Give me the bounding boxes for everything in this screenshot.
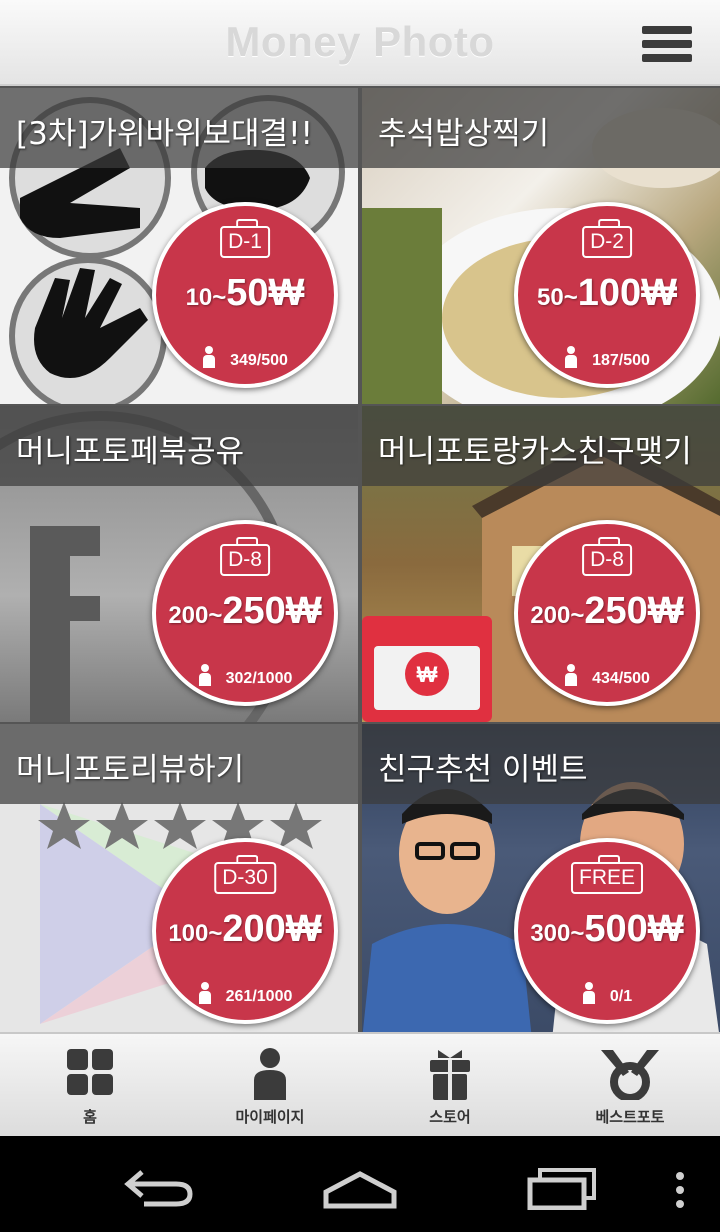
participant-count: 434/500 bbox=[518, 664, 696, 688]
reward-range: 200~250₩ bbox=[530, 590, 684, 632]
campaign-card[interactable]: 머니포토페북공유 D-8 200~250₩ 302/1000 bbox=[0, 406, 358, 722]
campaign-grid: [3차]가위바위보대결!! D-1 10~50₩ 349/500 추석밥상찍기 … bbox=[0, 86, 720, 1040]
nav-label: 홈 bbox=[83, 1108, 97, 1126]
campaign-card[interactable]: [3차]가위바위보대결!! D-1 10~50₩ 349/500 bbox=[0, 88, 358, 404]
camera-dday-label: D-8 bbox=[582, 537, 632, 576]
person-icon bbox=[198, 982, 212, 1004]
reward-range: 100~200₩ bbox=[168, 908, 322, 950]
campaign-card[interactable]: 추석밥상찍기 D-2 50~100₩ 187/500 bbox=[362, 88, 720, 404]
reward-range: 10~50₩ bbox=[185, 272, 305, 314]
reward-range: 50~100₩ bbox=[537, 272, 677, 314]
reward-badge: D-8 200~250₩ 302/1000 bbox=[152, 520, 338, 706]
camera-dday-label: D-8 bbox=[220, 537, 270, 576]
participant-count: 261/1000 bbox=[156, 982, 334, 1006]
overflow-icon[interactable] bbox=[674, 1170, 686, 1210]
hamburger-menu-icon[interactable] bbox=[642, 24, 692, 64]
card-title: [3차]가위바위보대결!! bbox=[16, 116, 313, 152]
nav-home[interactable]: 홈 bbox=[0, 1034, 180, 1138]
participant-count: 302/1000 bbox=[156, 664, 334, 688]
person-icon bbox=[198, 664, 212, 686]
participant-count: 0/1 bbox=[518, 982, 696, 1006]
nav-label: 스토어 bbox=[429, 1108, 471, 1126]
back-icon[interactable] bbox=[124, 1168, 196, 1208]
recent-apps-icon[interactable] bbox=[526, 1166, 598, 1210]
campaign-card[interactable]: 친구추천 이벤트 FREE 300~500₩ 0/1 bbox=[362, 724, 720, 1040]
card-title: 머니포토페북공유 bbox=[16, 434, 245, 470]
bottom-navigation: 홈 마이페이지 스토어 베스트포토 bbox=[0, 1032, 720, 1136]
nav-bestphoto[interactable]: 베스트포토 bbox=[540, 1034, 720, 1138]
camera-dday-label: D-2 bbox=[582, 219, 632, 258]
app-title: Money Photo bbox=[225, 18, 495, 65]
participant-count: 349/500 bbox=[156, 346, 334, 370]
system-navigation-bar bbox=[0, 1136, 720, 1232]
nav-store[interactable]: 스토어 bbox=[360, 1034, 540, 1138]
card-title: 머니포토리뷰하기 bbox=[16, 752, 245, 788]
reward-badge: D-2 50~100₩ 187/500 bbox=[514, 202, 700, 388]
campaign-card[interactable]: ₩ 머니포토랑카스친구맺기 D-8 200~250₩ 434/500 bbox=[362, 406, 720, 722]
camera-dday-label: FREE bbox=[570, 855, 644, 894]
app-header: Money Photo bbox=[0, 0, 720, 86]
svg-text:₩: ₩ bbox=[417, 662, 438, 687]
reward-range: 300~500₩ bbox=[530, 908, 684, 950]
home-icon[interactable] bbox=[322, 1170, 398, 1210]
camera-dday-label: D-1 bbox=[220, 219, 270, 258]
campaign-card[interactable]: 머니포토리뷰하기 D-30 100~200₩ 261/1000 bbox=[0, 724, 358, 1040]
person-icon bbox=[564, 664, 578, 686]
reward-badge: FREE 300~500₩ 0/1 bbox=[514, 838, 700, 1024]
medal-icon bbox=[601, 1050, 659, 1100]
person-icon bbox=[564, 346, 578, 368]
nav-label: 베스트포토 bbox=[595, 1108, 665, 1126]
person-icon bbox=[254, 1048, 286, 1100]
card-title: 머니포토랑카스친구맺기 bbox=[378, 434, 692, 470]
person-icon bbox=[202, 346, 216, 368]
nav-mypage[interactable]: 마이페이지 bbox=[180, 1034, 360, 1138]
nav-label: 마이페이지 bbox=[235, 1108, 305, 1126]
reward-range: 200~250₩ bbox=[168, 590, 322, 632]
gift-icon bbox=[430, 1050, 470, 1100]
participant-count: 187/500 bbox=[518, 346, 696, 370]
camera-dday-label: D-30 bbox=[214, 855, 276, 894]
reward-badge: D-1 10~50₩ 349/500 bbox=[152, 202, 338, 388]
card-title: 친구추천 이벤트 bbox=[378, 752, 588, 788]
card-title: 추석밥상찍기 bbox=[378, 116, 550, 152]
reward-badge: D-8 200~250₩ 434/500 bbox=[514, 520, 700, 706]
grid-icon bbox=[67, 1049, 113, 1095]
person-icon bbox=[582, 982, 596, 1004]
reward-badge: D-30 100~200₩ 261/1000 bbox=[152, 838, 338, 1024]
